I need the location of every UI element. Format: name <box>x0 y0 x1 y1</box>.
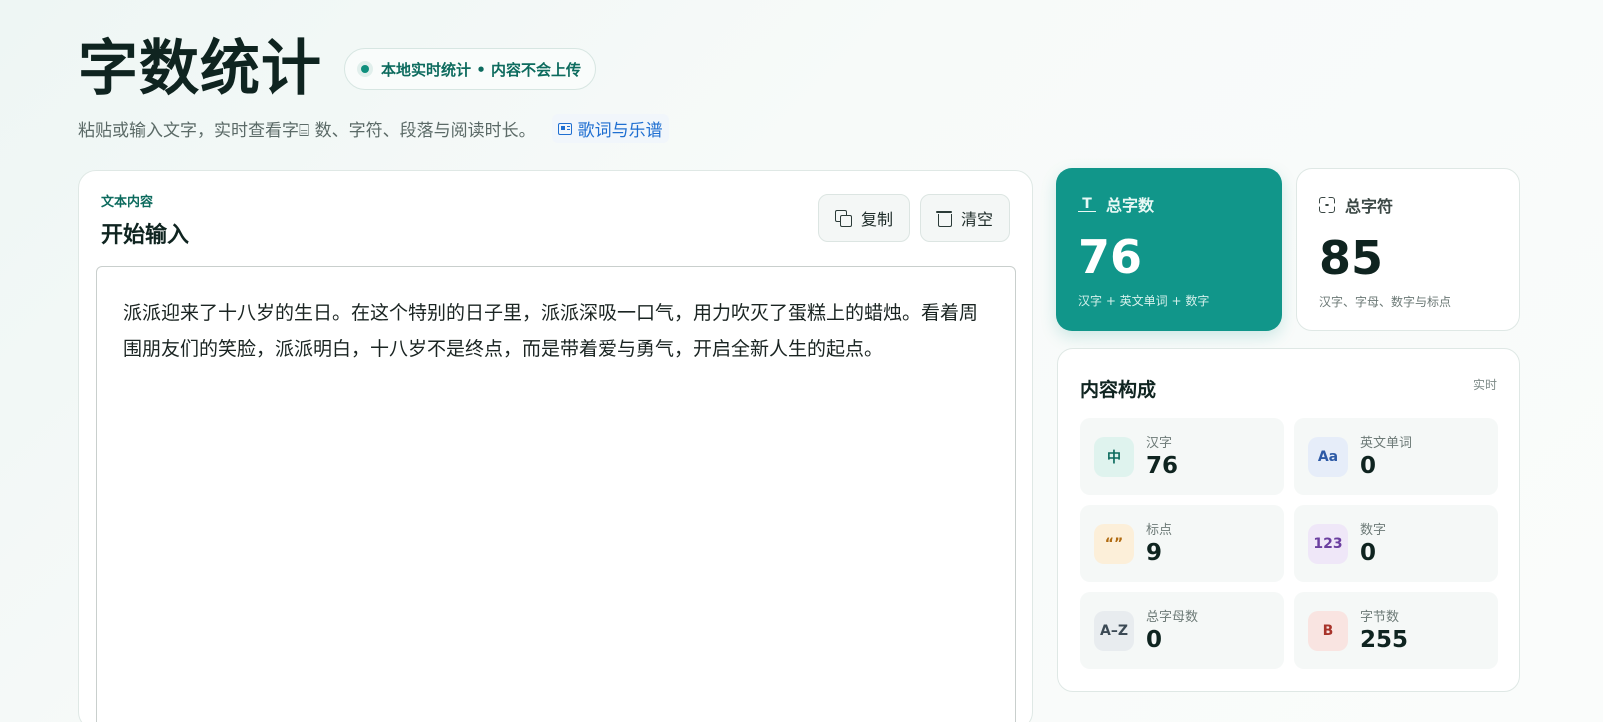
composition-item-text: 字节数 255 <box>1360 606 1408 655</box>
total-chars-label: 总字符 <box>1345 197 1394 216</box>
total-words-value: 76 <box>1078 230 1143 284</box>
scan-icon <box>1319 197 1335 213</box>
composition-item-bytes: B 字节数 255 <box>1294 592 1498 669</box>
composition-title: 内容构成 <box>1080 379 1157 401</box>
total-chars-caption: 汉字、字母、数字与标点 <box>1319 295 1452 309</box>
total-chars-value: 85 <box>1319 231 1384 285</box>
composition-label: 数字 <box>1360 523 1387 538</box>
lyrics-link-label: 歌词与乐谱 <box>577 121 663 141</box>
numbers-icon: 123 <box>1308 523 1348 564</box>
total-words-caption: 汉字 + 英文单词 + 数字 <box>1078 294 1210 308</box>
composition-label: 总字母数 <box>1146 610 1199 625</box>
copy-icon <box>834 210 852 227</box>
live-indicator: 实时 <box>1472 378 1497 392</box>
composition-label: 汉字 <box>1146 436 1173 451</box>
subtitle-row: 粘贴或输入文字，实时查看字⌸ 数、字符、段落与阅读时长。 歌词与乐谱 <box>78 114 669 143</box>
composition-item-text: 标点 9 <box>1146 519 1172 568</box>
total-chars-header: 总字符 <box>1319 193 1497 217</box>
composition-item-text: 英文单词 0 <box>1360 432 1412 481</box>
letters-icon: Aa <box>1308 436 1348 477</box>
privacy-badge-label: 本地实时统计 • 内容不会上传 <box>381 60 582 79</box>
composition-item-digits: 123 数字 0 <box>1294 505 1498 582</box>
composition-value: 0 <box>1360 540 1377 566</box>
title-row: 字数统计 本地实时统计 • 内容不会上传 <box>78 34 669 104</box>
composition-grid: 中 汉字 76 Aa 英文单词 0 “” 标点 9 123 数字 0 A–Z 总… <box>1080 418 1498 669</box>
total-words-header: T 总字数 <box>1078 192 1260 216</box>
editor-panel: 文本内容 开始输入 复制 清空 派派迎来了十八岁的生日。在这个特别的日子里，派派… <box>78 170 1033 722</box>
text-input[interactable]: 派派迎来了十八岁的生日。在这个特别的日子里，派派深吸一口气，用力吹灭了蛋糕上的蜡… <box>96 266 1016 722</box>
total-words-label: 总字数 <box>1106 196 1155 215</box>
composition-item-letters: A–Z 总字母数 0 <box>1080 592 1284 669</box>
trash-icon <box>935 210 952 227</box>
alphabet-icon: A–Z <box>1094 610 1134 651</box>
composition-label: 英文单词 <box>1360 436 1413 451</box>
editor-toolbar: 复制 清空 <box>817 194 1010 242</box>
page-subtitle: 粘贴或输入文字，实时查看字⌸ 数、字符、段落与阅读时长。 <box>78 121 536 141</box>
clear-button[interactable]: 清空 <box>919 194 1010 242</box>
composition-value: 9 <box>1146 540 1163 566</box>
editor-title: 开始输入 <box>101 223 190 248</box>
page-header: 字数统计 本地实时统计 • 内容不会上传 粘贴或输入文字，实时查看字⌸ 数、字符… <box>78 34 669 143</box>
clear-button-label: 清空 <box>960 210 993 229</box>
composition-label: 标点 <box>1146 523 1173 538</box>
composition-label: 字节数 <box>1360 610 1400 625</box>
lyrics-link[interactable]: 歌词与乐谱 <box>551 114 669 143</box>
quote-icon: “” <box>1094 523 1134 564</box>
id-card-icon <box>557 122 572 135</box>
composition-value: 0 <box>1146 627 1163 653</box>
composition-item-text: 数字 0 <box>1360 519 1386 568</box>
editor-kicker: 文本内容 <box>101 195 154 210</box>
hanzi-icon: 中 <box>1094 436 1134 477</box>
composition-item-text: 汉字 76 <box>1146 432 1178 481</box>
privacy-badge: 本地实时统计 • 内容不会上传 <box>344 48 597 90</box>
composition-item-punctuation: “” 标点 9 <box>1080 505 1284 582</box>
bytes-icon: B <box>1308 610 1348 651</box>
composition-value: 255 <box>1360 627 1409 653</box>
copy-button-label: 复制 <box>860 210 893 229</box>
copy-button[interactable]: 复制 <box>817 194 910 242</box>
page-title: 字数统计 <box>78 34 322 104</box>
total-chars-card: 总字符 85 汉字、字母、数字与标点 <box>1296 168 1520 331</box>
text-size-icon: T <box>1078 197 1096 212</box>
composition-value: 76 <box>1146 453 1179 479</box>
composition-panel: 内容构成 实时 中 汉字 76 Aa 英文单词 0 “” 标点 9 123 数字… <box>1057 348 1520 692</box>
word-count-page: 字数统计 本地实时统计 • 内容不会上传 粘贴或输入文字，实时查看字⌸ 数、字符… <box>0 0 1603 722</box>
composition-item-hanzi: 中 汉字 76 <box>1080 418 1284 495</box>
composition-value: 0 <box>1360 453 1377 479</box>
composition-item-text: 总字母数 0 <box>1146 606 1198 655</box>
composition-item-english-words: Aa 英文单词 0 <box>1294 418 1498 495</box>
status-dot-icon <box>357 61 373 77</box>
total-words-card: T 总字数 76 汉字 + 英文单词 + 数字 <box>1056 168 1282 331</box>
